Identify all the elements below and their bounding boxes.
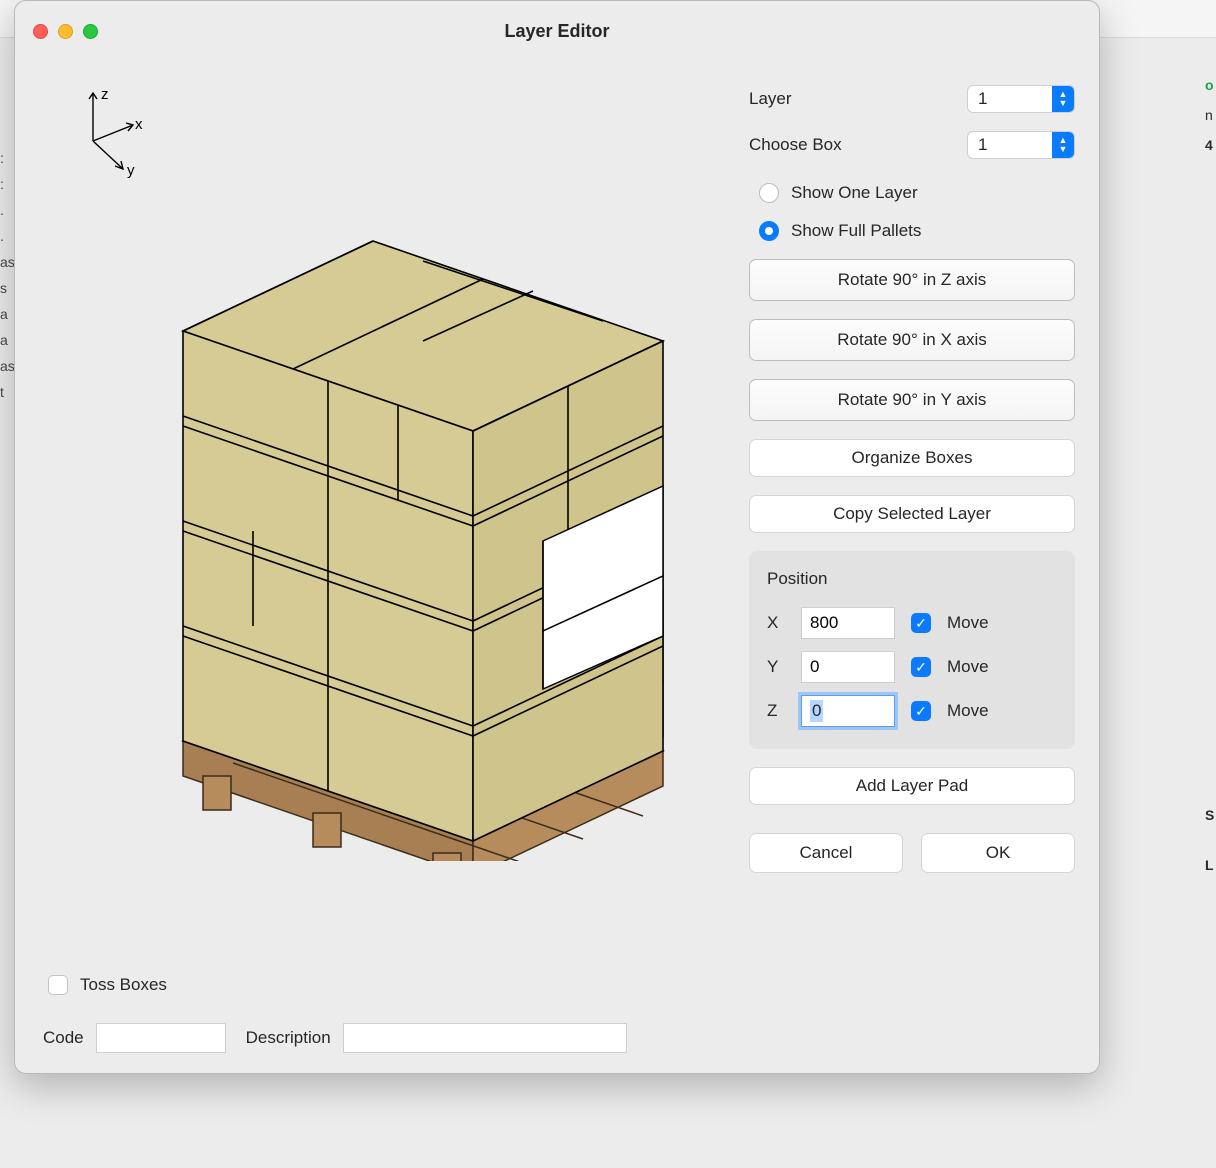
rotate-x-button[interactable]: Rotate 90° in X axis <box>749 319 1075 361</box>
svg-text:z: z <box>101 89 109 103</box>
show-full-pallets-radio-row[interactable]: Show Full Pallets <box>749 221 1075 241</box>
position-group-title: Position <box>767 569 1057 589</box>
stepper-arrows-icon: ▲▼ <box>1052 86 1074 112</box>
code-label: Code <box>43 1028 84 1048</box>
radio-icon <box>759 183 779 203</box>
code-input[interactable] <box>96 1023 226 1053</box>
show-one-layer-radio-row[interactable]: Show One Layer <box>749 183 1075 203</box>
position-y-label: Y <box>767 657 785 677</box>
choose-box-select[interactable]: 1 ▲▼ <box>967 131 1075 159</box>
cancel-button[interactable]: Cancel <box>749 833 903 873</box>
ok-button[interactable]: OK <box>921 833 1075 873</box>
layer-editor-window: Layer Editor z x y <box>14 0 1100 1074</box>
move-x-label: Move <box>947 613 989 633</box>
move-x-checkbox[interactable]: ✓ <box>911 613 931 633</box>
move-y-label: Move <box>947 657 989 677</box>
window-traffic-lights[interactable] <box>33 24 98 39</box>
window-title: Layer Editor <box>15 21 1099 42</box>
organize-boxes-button[interactable]: Organize Boxes <box>749 439 1075 477</box>
choose-box-value: 1 <box>968 135 1052 155</box>
description-input[interactable] <box>343 1023 627 1053</box>
axes-indicator-icon: z x y <box>71 89 151 179</box>
show-full-pallets-label: Show Full Pallets <box>791 221 921 241</box>
radio-selected-icon <box>759 221 779 241</box>
backdrop-left-strip: ::.. assaaast <box>0 150 9 410</box>
toss-boxes-checkbox[interactable] <box>48 975 68 995</box>
position-group: Position X ✓ Move Y ✓ Move Z 0 <box>749 551 1075 749</box>
pallet-illustration-icon <box>123 181 683 861</box>
svg-text:x: x <box>135 116 143 133</box>
layer-label: Layer <box>749 89 792 109</box>
close-icon[interactable] <box>33 24 48 39</box>
position-z-label: Z <box>767 701 785 721</box>
show-one-layer-label: Show One Layer <box>791 183 918 203</box>
zoom-icon[interactable] <box>83 24 98 39</box>
position-x-label: X <box>767 613 785 633</box>
add-layer-pad-button[interactable]: Add Layer Pad <box>749 767 1075 805</box>
rotate-z-button[interactable]: Rotate 90° in Z axis <box>749 259 1075 301</box>
position-y-input[interactable] <box>801 651 895 683</box>
backdrop-right-strip: on4 S L <box>1205 70 1214 880</box>
rotate-y-button[interactable]: Rotate 90° in Y axis <box>749 379 1075 421</box>
description-label: Description <box>246 1028 331 1048</box>
move-y-checkbox[interactable]: ✓ <box>911 657 931 677</box>
move-z-label: Move <box>947 701 989 721</box>
svg-text:y: y <box>127 162 135 179</box>
choose-box-label: Choose Box <box>749 135 842 155</box>
copy-selected-layer-button[interactable]: Copy Selected Layer <box>749 495 1075 533</box>
layer-select[interactable]: 1 ▲▼ <box>967 85 1075 113</box>
minimize-icon[interactable] <box>58 24 73 39</box>
position-z-input[interactable]: 0 <box>801 695 895 727</box>
pallet-3d-viewport[interactable]: z x y <box>43 71 721 959</box>
layer-select-value: 1 <box>968 89 1052 109</box>
titlebar: Layer Editor <box>15 1 1099 61</box>
toss-boxes-label: Toss Boxes <box>80 975 167 995</box>
stepper-arrows-icon: ▲▼ <box>1052 132 1074 158</box>
move-z-checkbox[interactable]: ✓ <box>911 701 931 721</box>
position-x-input[interactable] <box>801 607 895 639</box>
